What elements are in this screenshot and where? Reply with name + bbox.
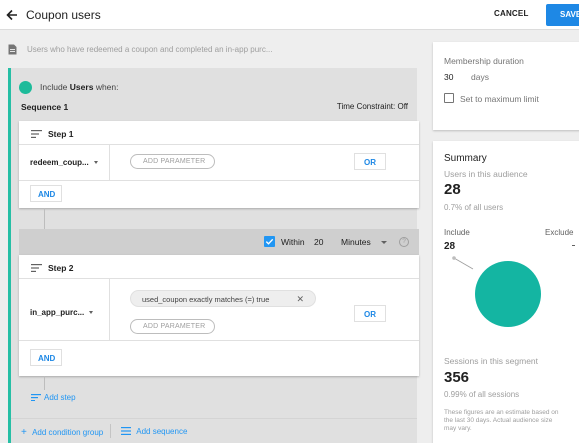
help-icon[interactable]: ? — [399, 237, 409, 247]
add-parameter-button[interactable]: ADD PARAMETER — [130, 154, 215, 169]
step-connector — [44, 208, 45, 229]
and-button[interactable]: AND — [30, 349, 62, 366]
audience-pie-chart — [452, 256, 541, 327]
plus-icon: + — [21, 427, 27, 438]
include-indicator — [19, 81, 32, 94]
estimate-note-line-2: the last 30 days. Actual audience size — [444, 417, 553, 424]
divider — [109, 279, 110, 340]
divider — [110, 424, 111, 438]
event-selector[interactable]: redeem_coup... — [30, 158, 98, 167]
within-label: Within — [281, 237, 305, 247]
membership-duration-label: Membership duration — [444, 56, 524, 66]
close-icon[interactable]: ✕ — [296, 294, 304, 305]
summary-card: Summary Users in this audience 28 0.7% o… — [433, 141, 579, 443]
within-constraint-bar: Within 20 Minutes ? — [19, 229, 419, 255]
pie-leader-dot — [452, 256, 456, 260]
or-button[interactable]: OR — [354, 305, 386, 322]
sequence-icon — [121, 427, 131, 435]
sessions-label: Sessions in this segment — [444, 356, 539, 366]
save-button[interactable]: SAVE — [546, 4, 579, 26]
event-selector[interactable]: in_app_purc... — [30, 308, 94, 317]
users-percent: 0.7% of all users — [444, 203, 504, 212]
maximum-limit-label: Set to maximum limit — [460, 94, 539, 104]
condition-group: Include Users when: Sequence 1 Time Cons… — [8, 68, 419, 443]
add-parameter-button[interactable]: ADD PARAMETER — [130, 319, 215, 334]
within-checkbox[interactable] — [264, 236, 275, 247]
add-sequence-button[interactable]: Add sequence — [121, 427, 187, 436]
include-users-label: Include Users when: — [40, 82, 119, 92]
sessions-percent: 0.99% of all sessions — [444, 390, 520, 399]
summary-title: Summary — [444, 153, 487, 164]
within-value-input[interactable]: 20 — [314, 237, 323, 247]
parameter-filter-chip[interactable]: used_coupon exactly matches (=) true ✕ — [130, 290, 316, 307]
top-bar: Coupon users CANCEL SAVE — [0, 0, 579, 30]
membership-days-input[interactable]: 30 — [444, 72, 453, 82]
divider — [109, 145, 110, 180]
step-list-icon — [31, 264, 42, 272]
step-list-icon — [31, 130, 42, 138]
divider — [19, 340, 419, 341]
step-card-2: Step 2 in_app_purc... used_coupon exactl… — [19, 255, 419, 376]
audience-description[interactable]: Users who have redeemed a coupon and com… — [27, 45, 272, 54]
membership-unit: days — [471, 72, 489, 82]
users-in-audience-label: Users in this audience — [444, 169, 528, 179]
step-title: Step 2 — [48, 263, 74, 273]
chevron-down-icon — [89, 311, 94, 315]
sessions-count: 356 — [444, 369, 470, 386]
check-icon — [265, 238, 274, 245]
pie-leader-line — [453, 257, 474, 270]
chevron-down-icon[interactable] — [381, 241, 387, 244]
maximum-limit-checkbox[interactable] — [444, 93, 454, 103]
description-row[interactable]: Users who have redeemed a coupon and com… — [0, 30, 428, 66]
include-slice — [475, 261, 541, 327]
document-icon — [8, 44, 17, 55]
add-step-icon — [31, 394, 41, 401]
group-actions-row: + Add condition group Add sequence — [11, 418, 417, 442]
back-arrow-icon[interactable] — [5, 8, 19, 22]
sequence-title: Sequence 1 — [21, 102, 69, 112]
include-legend-label: Include — [444, 228, 470, 237]
step-title: Step 1 — [48, 129, 74, 139]
membership-duration-card: Membership duration 30 days Set to maxim… — [433, 42, 579, 130]
exclude-legend-label: Exclude — [545, 228, 574, 237]
step-connector — [44, 376, 45, 390]
add-condition-group-button[interactable]: + Add condition group — [21, 427, 103, 438]
users-count: 28 — [444, 181, 461, 198]
divider — [19, 180, 419, 181]
chevron-down-icon — [93, 161, 98, 165]
step-header: Step 2 — [19, 255, 419, 279]
within-unit-select[interactable]: Minutes — [341, 237, 371, 247]
exclude-legend-value — [572, 245, 575, 246]
add-step-link[interactable]: Add step — [31, 393, 76, 402]
estimate-note-line-3: may vary. — [444, 425, 472, 432]
page-title: Coupon users — [26, 8, 101, 22]
cancel-button[interactable]: CANCEL — [494, 9, 529, 18]
step-header: Step 1 — [19, 121, 419, 145]
time-constraint[interactable]: Time Constraint: Off — [337, 102, 408, 111]
estimate-note-line-1: These figures are an estimate based on — [444, 409, 559, 416]
and-button[interactable]: AND — [30, 185, 62, 202]
or-button[interactable]: OR — [354, 153, 386, 170]
step-card-1: Step 1 redeem_coup... ADD PARAMETER OR A… — [19, 121, 419, 208]
